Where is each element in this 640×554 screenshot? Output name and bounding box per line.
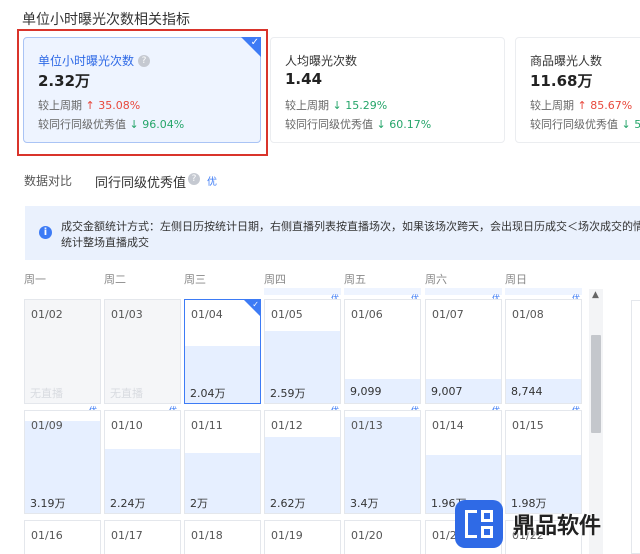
day-date: 01/14 (432, 419, 464, 432)
metric-card-product-exposure-users[interactable]: 商品曝光人数 11.68万 较上周期 ↑ 85.67% 较同行同级优秀值 ↓ 5… (515, 37, 640, 143)
arrow-down-icon: ↓ (621, 118, 631, 131)
day-value: 2.59万 (270, 387, 306, 400)
previous-week-cell (264, 288, 341, 295)
day-date: 01/06 (351, 308, 383, 321)
day-date: 01/09 (31, 419, 63, 432)
period-compare: 较上周期 ↑ 85.67% (530, 99, 633, 112)
day-date: 01/08 (512, 308, 544, 321)
no-live-label: 无直播 (110, 387, 143, 400)
weekday-label: 周四 (264, 273, 286, 286)
weekday-label: 周三 (184, 273, 206, 286)
day-date: 01/17 (111, 529, 143, 542)
day-date: 01/20 (351, 529, 383, 542)
section-title: 单位小时曝光次数相关指标 (22, 12, 190, 28)
watermark-text: 鼎品软件 (513, 514, 602, 539)
help-icon[interactable]: ? (188, 173, 200, 185)
scroll-up-arrow-icon[interactable]: ▲ (592, 290, 599, 300)
calendar-day-cell[interactable]: 01/11 2万 (184, 410, 261, 514)
day-date: 01/15 (512, 419, 544, 432)
brand-logo-icon (455, 500, 503, 548)
weekday-label: 周一 (24, 273, 46, 286)
arrow-up-icon: ↑ (577, 99, 587, 112)
tab-peer-benchmark[interactable]: 同行同级优秀值 (95, 172, 186, 191)
calendar-day-cell[interactable]: 01/10 2.24万 (104, 410, 181, 514)
day-date: 01/11 (191, 419, 223, 432)
notice-banner: i 成交金额统计方式：左侧日历按统计日期，右侧直播列表按直播场次，如果该场次跨天… (25, 206, 640, 260)
day-date: 01/02 (31, 308, 63, 321)
arrow-down-icon: ↓ (332, 99, 342, 112)
calendar-day-cell[interactable]: 01/17 (104, 520, 181, 554)
previous-week-cell (344, 288, 421, 295)
metric-value: 1.44 (285, 70, 323, 88)
calendar-day-cell[interactable]: 01/18 (184, 520, 261, 554)
no-live-label: 无直播 (30, 387, 63, 400)
day-value: 2.04万 (190, 387, 226, 400)
peer-compare: 较同行同级优秀值 ↓ 60.17% (285, 118, 432, 131)
day-date: 01/04 (191, 308, 223, 321)
calendar-day-cell[interactable]: 01/16 (24, 520, 101, 554)
day-value: 3.4万 (350, 497, 379, 510)
excellent-tag: 优 (207, 177, 217, 188)
day-date: 01/05 (271, 308, 303, 321)
weekday-label: 周六 (425, 273, 447, 286)
day-date: 01/07 (432, 308, 464, 321)
metric-label: 人均曝光次数 (285, 54, 358, 68)
calendar-day-cell[interactable]: 01/13 3.4万 (344, 410, 421, 514)
day-date: 01/19 (271, 529, 303, 542)
tab-data-compare[interactable]: 数据对比 (24, 172, 72, 189)
day-value: 2万 (190, 497, 208, 510)
day-value: 9,007 (431, 385, 463, 398)
calendar-day-cell-selected[interactable]: ✓ 01/04 2.04万 (184, 299, 261, 404)
previous-week-cell (505, 288, 582, 295)
peer-compare: 较同行同级优秀值 ↓ 52 (530, 118, 640, 131)
calendar-day-cell[interactable]: 01/05 2.59万 (264, 299, 341, 404)
day-date: 01/16 (31, 529, 63, 542)
notice-text-line2: 统计整场直播成交 (61, 236, 149, 249)
metric-card-avg-exposure[interactable]: 人均曝光次数 1.44 较上周期 ↓ 15.29% 较同行同级优秀值 ↓ 60.… (270, 37, 505, 143)
weekday-label: 周日 (505, 273, 527, 286)
day-value: 2.24万 (110, 497, 146, 510)
weekday-label: 周五 (344, 273, 366, 286)
day-value: 9,099 (350, 385, 382, 398)
day-date: 01/18 (191, 529, 223, 542)
period-compare: 较上周期 ↓ 15.29% (285, 99, 388, 112)
day-value: 3.19万 (30, 497, 66, 510)
metric-label: 商品曝光人数 (530, 54, 603, 68)
day-date: 01/13 (351, 419, 383, 432)
day-date: 01/03 (111, 308, 143, 321)
calendar-day-cell[interactable]: 01/06 9,099 (344, 299, 421, 404)
weekday-label: 周二 (104, 273, 126, 286)
calendar-day-cell[interactable]: 01/02 无直播 (24, 299, 101, 404)
calendar-day-cell[interactable]: 01/19 (264, 520, 341, 554)
scrollbar-thumb[interactable] (591, 335, 601, 433)
selected-check-icon: ✓ (244, 300, 260, 316)
day-date: 01/10 (111, 419, 143, 432)
metric-value: 11.68万 (530, 72, 593, 90)
annotation-highlight-box (17, 29, 268, 156)
info-icon: i (39, 226, 52, 239)
day-value: 8,744 (511, 385, 543, 398)
watermark-logo: 鼎品软件 (455, 494, 640, 554)
day-date: 01/12 (271, 419, 303, 432)
calendar-day-cell[interactable]: 01/03 无直播 (104, 299, 181, 404)
previous-week-cell (425, 288, 502, 295)
notice-text-line1: 成交金额统计方式：左侧日历按统计日期，右侧直播列表按直播场次，如果该场次跨天，会… (61, 220, 640, 233)
arrow-down-icon: ↓ (376, 118, 386, 131)
calendar-day-cell[interactable]: 01/20 (344, 520, 421, 554)
calendar-day-cell[interactable]: 01/07 9,007 (425, 299, 502, 404)
calendar-day-cell[interactable]: 01/12 2.62万 (264, 410, 341, 514)
calendar-day-cell[interactable]: 01/09 3.19万 (24, 410, 101, 514)
day-value: 2.62万 (270, 497, 306, 510)
calendar-day-cell[interactable]: 01/08 8,744 (505, 299, 582, 404)
